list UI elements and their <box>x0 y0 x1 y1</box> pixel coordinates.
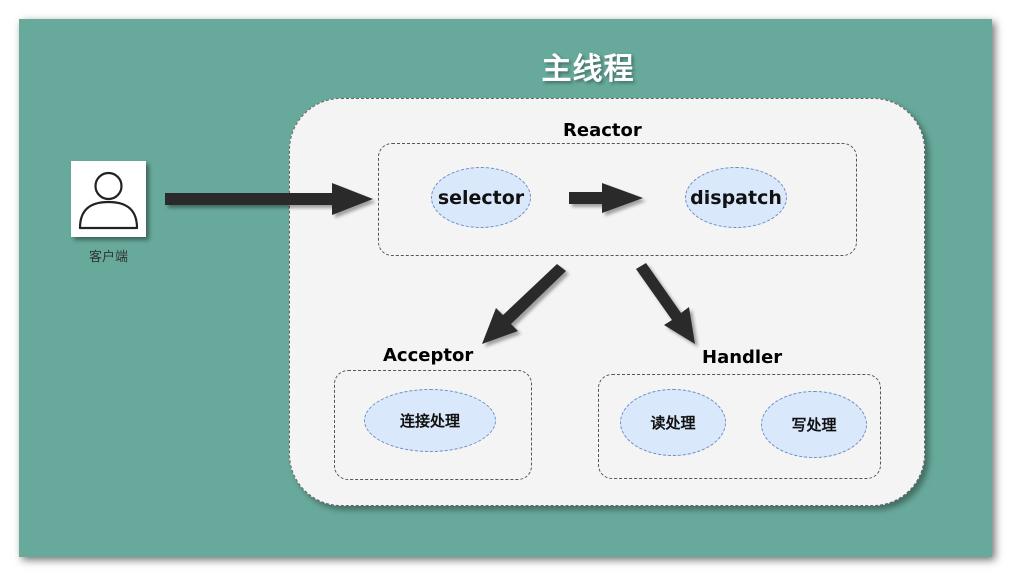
arrow-client-to-reactor <box>165 183 373 215</box>
arrow-reactor-to-handler <box>636 263 695 344</box>
arrow-reactor-to-acceptor <box>482 264 566 344</box>
arrow-selector-to-dispatch <box>569 183 643 213</box>
arrows-layer <box>165 183 695 344</box>
